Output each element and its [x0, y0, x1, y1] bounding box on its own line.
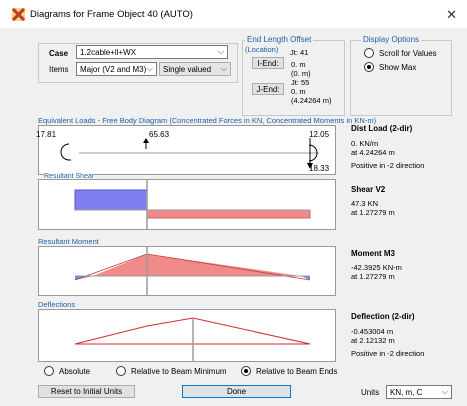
window-title: Diagrams for Frame Object 40 (AUTO) [30, 9, 193, 20]
deflection-result-location: at 2.12132 m [351, 336, 395, 345]
moment-positive-region [93, 254, 301, 276]
deflection-diagram [38, 309, 336, 362]
i-end-button[interactable]: I-End: [252, 57, 284, 69]
shear-negative-block [74, 189, 148, 211]
shear-diagram [38, 179, 336, 230]
shear-result-title: Shear V2 [351, 185, 386, 194]
mode-select[interactable]: Single valued ⌵ [159, 62, 231, 76]
app-icon [12, 8, 25, 21]
deflection-result-title: Deflection (2-dir) [351, 312, 415, 321]
end-offset-title: End Length Offset [245, 35, 314, 44]
close-icon[interactable]: ✕ [446, 7, 457, 23]
chevron-down-icon: ⌵ [146, 64, 153, 73]
dist-load-title: Dist Load (2-dir) [351, 124, 413, 133]
show-max-option[interactable]: Show Max [364, 62, 416, 72]
relative-min-option[interactable]: Relative to Beam Minimum [116, 366, 227, 376]
j-end-jt: Jt: 55 [291, 78, 310, 87]
shear-positive-block [146, 209, 311, 219]
relative-min-radio[interactable] [116, 366, 126, 376]
case-select[interactable]: 1.2cable+ll+WX ⌵ [76, 45, 228, 59]
units-label: Units [361, 388, 380, 397]
show-max-radio[interactable] [364, 62, 374, 72]
chevron-down-icon: ⌵ [441, 387, 448, 396]
right-force-value: 18.33 [309, 164, 330, 173]
relative-ends-option[interactable]: Relative to Beam Ends [241, 366, 337, 376]
fbd-diagram: 17.81 65.63 12.05 18.33 [36, 125, 336, 175]
fbd-svg [60, 138, 319, 169]
moment-result-title: Moment M3 [351, 249, 395, 258]
fbd-title: Equivalent Loads - Free Body Diagram (Co… [38, 116, 377, 125]
shear-result-location: at 1.27279 m [351, 208, 395, 217]
shear-title: Resultant Shear [44, 173, 95, 178]
units-select-value: KN, m, C [390, 387, 423, 397]
dist-load-note: Positive in -2 direction [351, 161, 425, 170]
deflection-result-note: Positive in -2 direction [351, 349, 425, 358]
moment-title: Resultant Moment [38, 237, 99, 246]
dist-load-location: at 4.24264 m [351, 148, 395, 157]
shear-svg [74, 180, 311, 229]
end-offset-location: (Location) [245, 45, 279, 54]
display-options-title: Display Options [361, 35, 422, 44]
absolute-label: Absolute [59, 366, 91, 376]
j-end-value: 0. m [291, 87, 306, 96]
mid-force-value: 65.63 [149, 130, 170, 139]
i-end-location: (0. m) [291, 69, 311, 78]
component-select-value: Major (V2 and M3) [80, 64, 147, 74]
relative-min-label: Relative to Beam Minimum [131, 366, 227, 376]
deflection-title: Deflections [38, 300, 76, 309]
left-moment-arrow [60, 143, 70, 161]
scroll-values-option[interactable]: Scroll for Values [364, 48, 437, 58]
chevron-down-icon: ⌵ [220, 64, 227, 73]
done-button[interactable]: Done [182, 385, 291, 398]
i-end-value: 0. m [291, 60, 306, 69]
reset-units-button[interactable]: Reset to Initial Units [38, 385, 135, 398]
show-max-label: Show Max [379, 62, 417, 72]
right-moment-value: 12.05 [309, 130, 330, 139]
title-bar: Diagrams for Frame Object 40 (AUTO) ✕ [0, 0, 467, 28]
scroll-values-radio[interactable] [364, 48, 374, 58]
i-end-jt: Jt: 41 [290, 48, 309, 57]
moment-diagram [38, 246, 336, 296]
case-label: Case [49, 49, 69, 58]
mode-select-value: Single valued [163, 64, 212, 74]
j-end-location: (4.24264 m) [291, 96, 332, 105]
j-end-button[interactable]: J-End: [252, 83, 284, 95]
relative-ends-radio[interactable] [241, 366, 251, 376]
chevron-down-icon: ⌵ [217, 47, 224, 56]
case-select-value: 1.2cable+ll+WX [80, 47, 137, 57]
moment-result-location: at 1.27279 m [351, 272, 395, 281]
scroll-values-label: Scroll for Values [379, 48, 437, 58]
deflection-svg [74, 317, 311, 361]
absolute-option[interactable]: Absolute [44, 366, 90, 376]
component-select[interactable]: Major (V2 and M3) ⌵ [76, 62, 157, 76]
units-select[interactable]: KN, m, C ⌵ [386, 385, 452, 399]
relative-ends-label: Relative to Beam Ends [256, 366, 338, 376]
left-moment-value: 17.81 [36, 130, 57, 139]
moment-svg [74, 247, 311, 295]
items-label: Items [49, 65, 69, 74]
absolute-radio[interactable] [44, 366, 54, 376]
